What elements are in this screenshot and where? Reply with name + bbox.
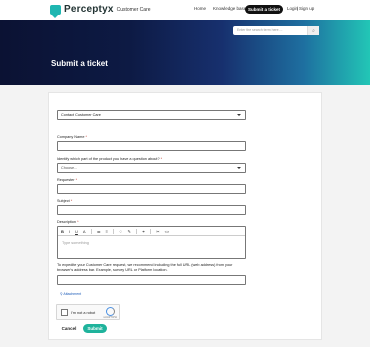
product-label: Identify which part of the product you h…: [57, 157, 163, 161]
numbered-list-button[interactable]: ≡: [106, 229, 108, 234]
hero-banner: Enter the search term here.... ⌕ Submit …: [0, 20, 370, 85]
product-area-select[interactable]: Choose...: [57, 163, 246, 173]
nav-knowledge-base[interactable]: Knowledge base: [213, 6, 246, 11]
fill-color-button[interactable]: ♢: [119, 229, 123, 234]
requester-label: Requester *: [57, 178, 78, 182]
link-button[interactable]: ⚭: [142, 229, 145, 234]
chevron-down-icon: [237, 114, 241, 116]
clear-format-button[interactable]: ✂: [156, 229, 159, 234]
bullet-list-button[interactable]: ≔: [97, 229, 101, 234]
pen-button[interactable]: ✎: [128, 229, 131, 234]
attachment-label: Attachment: [63, 292, 82, 296]
logo[interactable]: Perceptyx Customer Care: [50, 4, 151, 18]
bold-button[interactable]: B: [61, 229, 64, 234]
logo-subtitle: Customer Care: [116, 6, 151, 13]
code-button[interactable]: <>: [165, 229, 170, 234]
submit-button[interactable]: Submit: [83, 324, 107, 333]
font-color-button[interactable]: A: [83, 229, 86, 234]
editor-placeholder: Type something: [62, 241, 89, 245]
recaptcha-widget: I'm not a robot reCAPTCHA: [56, 304, 120, 320]
attachment-link[interactable]: ⚲ Attachment: [60, 292, 81, 296]
toolbar-divider: [135, 228, 137, 234]
page-title: Submit a ticket: [51, 59, 108, 68]
requester-field[interactable]: [57, 184, 246, 194]
description-label: Description *: [57, 220, 79, 224]
nav-separator: |: [297, 6, 299, 11]
url-help-text: To expedite your Customer Care request, …: [57, 263, 233, 272]
nav-home[interactable]: Home: [194, 6, 206, 11]
recaptcha-icon: [106, 307, 115, 316]
toolbar-divider: [150, 228, 152, 234]
logo-text: Perceptyx: [64, 4, 114, 15]
editor-toolbar: B I U A ≔ ≡ ♢ ✎ ⚭ ✂ <>: [58, 227, 245, 236]
search-button[interactable]: ⌕: [307, 26, 319, 35]
top-navbar: Perceptyx Customer Care Home Knowledge b…: [0, 0, 370, 20]
subject-field[interactable]: [57, 205, 246, 215]
company-label: Company Name *: [57, 135, 87, 139]
subject-label: Subject *: [57, 199, 73, 203]
recaptcha-brand: reCAPTCHA: [103, 316, 117, 319]
nav-submit-ticket-button[interactable]: Submit a ticket: [245, 5, 283, 14]
chevron-down-icon: [237, 167, 241, 169]
url-field[interactable]: [57, 275, 246, 285]
nav-signup[interactable]: Sign up: [299, 6, 314, 11]
cancel-button[interactable]: Cancel: [59, 324, 79, 333]
recaptcha-label: I'm not a robot: [71, 310, 96, 315]
ticket-form-select[interactable]: Contact Customer Care: [57, 110, 246, 120]
ticket-form-value: Contact Customer Care: [61, 113, 101, 117]
toolbar-divider: [90, 228, 92, 234]
underline-button[interactable]: U: [75, 229, 78, 234]
description-editor[interactable]: B I U A ≔ ≡ ♢ ✎ ⚭ ✂ <> Type something: [57, 226, 246, 259]
italic-button[interactable]: I: [69, 229, 70, 234]
product-area-value: Choose...: [61, 166, 78, 170]
company-name-field[interactable]: [57, 141, 246, 151]
search-icon: ⌕: [312, 27, 315, 34]
search-bar[interactable]: Enter the search term here.... ⌕: [233, 26, 319, 35]
chat-bubble-icon: [50, 4, 61, 18]
search-input[interactable]: Enter the search term here....: [237, 28, 283, 32]
ticket-form-card: Contact Customer Care Company Name * Ide…: [48, 92, 322, 340]
recaptcha-checkbox[interactable]: [61, 309, 68, 316]
toolbar-divider: [112, 228, 114, 234]
